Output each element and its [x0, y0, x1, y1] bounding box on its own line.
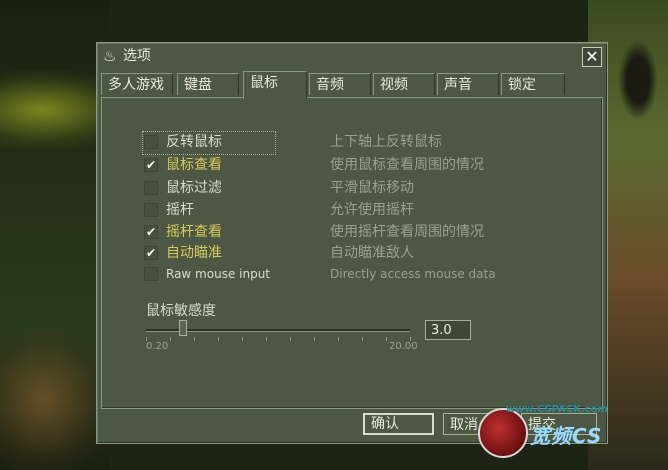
joystick-label: 摇杆 — [166, 202, 194, 218]
slider-tick — [170, 337, 171, 341]
mouse-settings-panel: 反转鼠标 上下轴上反转鼠标 ✔ 鼠标查看 使用鼠标查看周围的情况 鼠标过滤 平滑… — [101, 97, 603, 409]
tab-sound[interactable]: 声音 — [437, 73, 499, 95]
check-icon: ✔ — [145, 158, 157, 172]
slider-tick — [242, 337, 243, 341]
raw-input-checkbox[interactable] — [144, 267, 158, 281]
ok-button[interactable]: 确认 — [363, 413, 434, 435]
mouse-look-checkbox[interactable]: ✔ — [144, 158, 158, 172]
joystick-checkbox[interactable] — [144, 203, 158, 217]
steam-icon: ♨ — [103, 47, 117, 65]
slider-tick — [314, 337, 315, 341]
joystick-look-label: 摇杆查看 — [166, 224, 222, 240]
close-icon: ✕ — [585, 47, 599, 66]
watermark-url: www.CSPACK.com — [506, 404, 608, 415]
joystick-description: 允许使用摇杆 — [330, 202, 414, 218]
mouse-filter-description: 平滑鼠标移动 — [330, 180, 414, 196]
auto-aim-description: 自动瞄准敌人 — [330, 245, 414, 261]
slider-tick — [290, 337, 291, 341]
mouse-look-label: 鼠标查看 — [166, 157, 222, 173]
mouse-filter-checkbox[interactable] — [144, 181, 158, 195]
check-icon: ✔ — [145, 225, 157, 239]
slider-tick — [362, 337, 363, 341]
slider-tick — [218, 337, 219, 341]
tab-video[interactable]: 视频 — [373, 73, 435, 95]
sensitivity-max-label: 20.00 — [389, 341, 418, 352]
joystick-look-checkbox[interactable]: ✔ — [144, 225, 158, 239]
auto-aim-label: 自动瞄准 — [166, 245, 222, 261]
options-dialog: ♨ 选项 ✕ 多人游戏 键盘 鼠标 音频 视频 声音 锁定 反转鼠标 上下轴上反… — [96, 42, 608, 444]
site-watermark: www.CSPACK.com 宽频CS — [478, 404, 668, 470]
invert-mouse-label: 反转鼠标 — [166, 134, 222, 150]
invert-mouse-checkbox[interactable] — [144, 135, 158, 149]
titlebar[interactable]: ♨ 选项 ✕ — [97, 43, 607, 69]
sensitivity-value-field[interactable]: 3.0 — [425, 320, 471, 340]
raw-input-description: Directly access mouse data — [330, 267, 496, 281]
invert-mouse-description: 上下轴上反转鼠标 — [330, 134, 442, 150]
background-right-shadow — [618, 40, 658, 120]
watermark-emblem — [478, 408, 528, 458]
mouse-look-description: 使用鼠标查看周围的情况 — [330, 157, 484, 173]
slider-tick — [194, 337, 195, 341]
sensitivity-label: 鼠标敏感度 — [146, 303, 216, 319]
joystick-look-description: 使用摇杆查看周围的情况 — [330, 224, 484, 240]
sensitivity-min-label: 0.20 — [146, 341, 169, 352]
check-icon: ✔ — [145, 246, 157, 260]
window-title: 选项 — [123, 48, 151, 64]
auto-aim-checkbox[interactable]: ✔ — [144, 246, 158, 260]
tab-lock[interactable]: 锁定 — [501, 73, 565, 95]
mouse-filter-label: 鼠标过滤 — [166, 180, 222, 196]
tab-audio[interactable]: 音频 — [309, 73, 371, 95]
tab-mouse[interactable]: 鼠标 — [243, 71, 307, 99]
slider-tick — [338, 337, 339, 341]
background-orange-glow — [0, 330, 110, 470]
slider-tick — [386, 337, 387, 341]
slider-tick — [266, 337, 267, 341]
watermark-logo: 宽频CS — [530, 424, 603, 448]
tab-multiplayer[interactable]: 多人游戏 — [101, 73, 173, 95]
tab-keyboard[interactable]: 键盘 — [177, 73, 239, 95]
raw-input-label: Raw mouse input — [166, 267, 271, 281]
close-button[interactable]: ✕ — [582, 47, 602, 67]
sensitivity-slider-thumb[interactable] — [178, 320, 187, 336]
